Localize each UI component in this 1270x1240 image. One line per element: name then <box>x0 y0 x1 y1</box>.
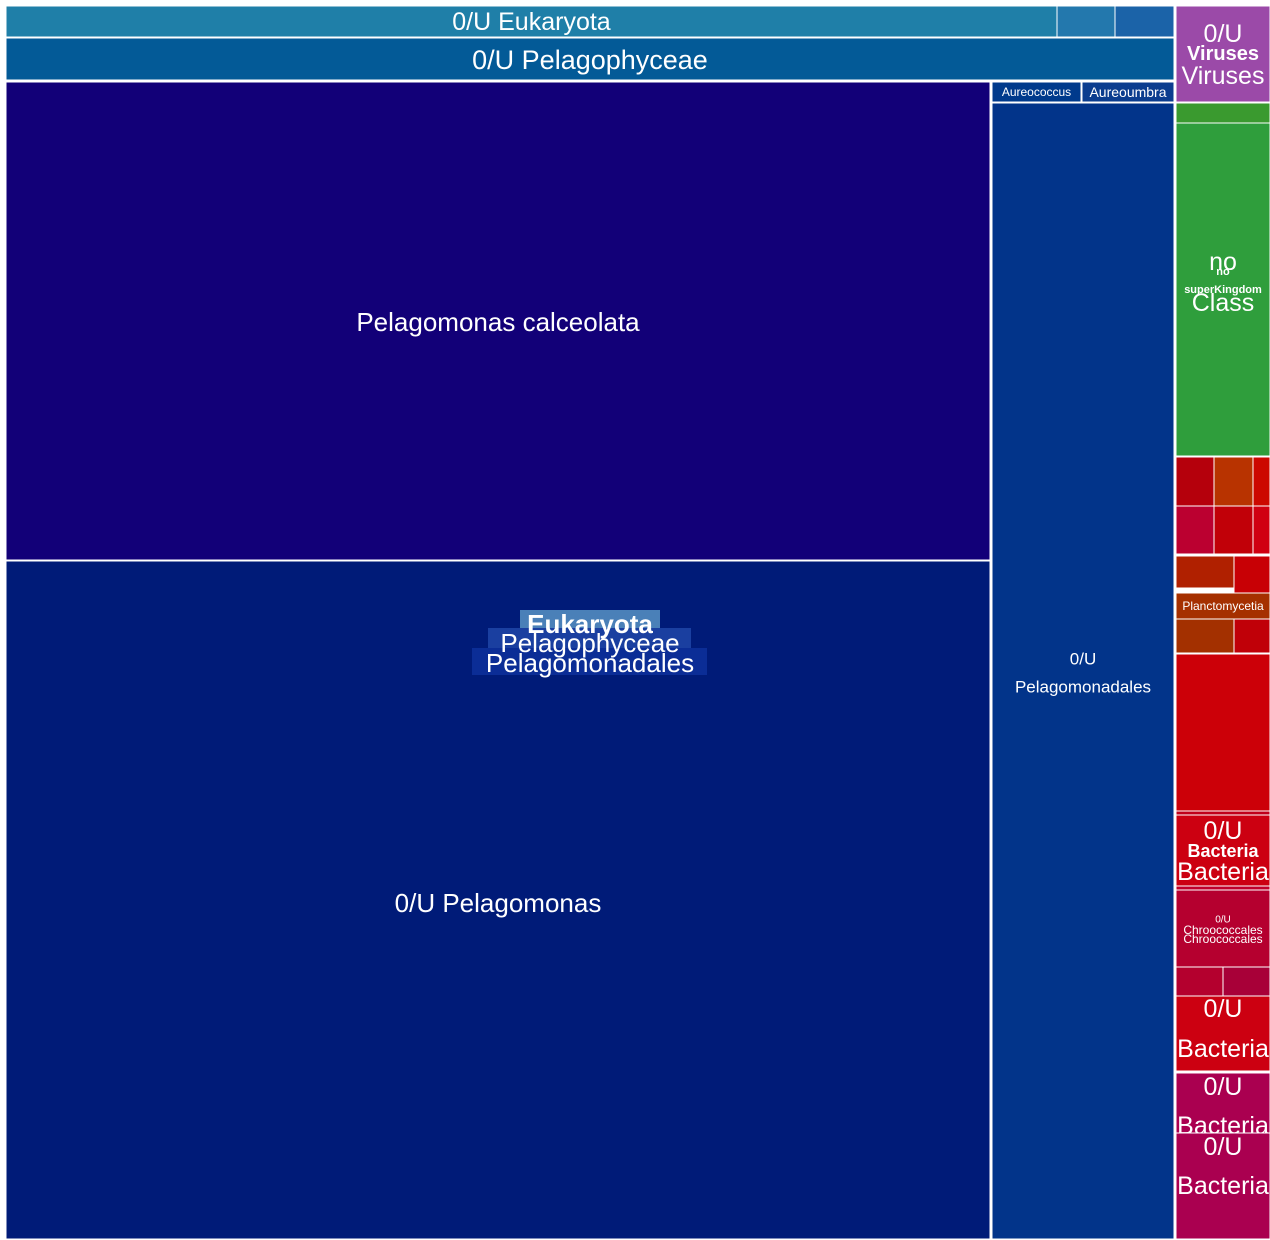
treemap-rect-no-superkingdom <box>1175 122 1270 457</box>
treemap-rect-eukaryota-small-b <box>1114 5 1175 38</box>
treemap-tile-bacteria-ou-a: 0/UBacteriaBacteria <box>1175 814 1270 887</box>
treemap-tile-aureococcus: Aureococcus <box>991 81 1082 103</box>
treemap-subtile-14 <box>1175 966 1224 997</box>
treemap-rect-aureococcus <box>991 81 1082 103</box>
treemap-rect-pelagophyceae-header <box>5 37 1175 81</box>
treemap-rect-viruses <box>1175 5 1270 103</box>
treemap-subtile-12 <box>1175 810 1270 816</box>
treemap-subtile-5 <box>1213 505 1254 555</box>
treemap-subtile-1 <box>1175 456 1215 507</box>
treemap-tile-bacteria-ou-b: 0/UBacteria <box>1175 995 1270 1072</box>
treemap-tile-aureoumbra: Aureoumbra <box>1081 81 1175 103</box>
treemap-rect-pelagomonas-calceolata <box>5 81 991 561</box>
treemap-subtile-9 <box>1175 618 1235 654</box>
treemap-subtile-7 <box>1175 555 1235 589</box>
treemap-tile-pelagophyceae-header: 0/U Pelagophyceae <box>5 37 1175 81</box>
treemap-subtile-6 <box>1252 505 1270 555</box>
treemap-tile-pelagomonadales-ou: 0/UPelagomonadales <box>991 102 1175 1240</box>
treemap-rect-bacteria-ou-d <box>1175 1132 1270 1240</box>
treemap-rect-eukaryota-header <box>5 5 1058 38</box>
treemap-rect-bacteria-ou-a <box>1175 814 1270 887</box>
group-label-bg-pelagomonadales <box>472 648 707 675</box>
treemap-subtile-8 <box>1233 555 1270 594</box>
treemap-subtile-10 <box>1233 618 1270 654</box>
treemap-tile-viruses: 0/UVirusesViruses <box>1175 5 1270 103</box>
treemap-rect-bacteria-ou-c <box>1175 1072 1270 1134</box>
treemap-tile-chroococcales: 0/UChroococcalesChroococcales <box>1175 889 1270 968</box>
treemap-tile-bacteria-ou-d: 0/UBacteria <box>1175 1132 1270 1240</box>
treemap-tile-pelagomonas-calceolata: Pelagomonas calceolata <box>5 81 991 561</box>
treemap-subtile-4 <box>1175 505 1215 555</box>
treemap-tile-eukaryota-header: 0/U Eukaryota <box>5 5 1058 38</box>
treemap-rect-eukaryota-small-a <box>1056 5 1116 38</box>
treemap-subtile-3 <box>1252 456 1270 507</box>
treemap-rect-pelagomonadales-ou <box>991 102 1175 1240</box>
treemap-tile-eukaryota-small-a <box>1056 5 1116 38</box>
treemap-chart: 0/U Eukaryota0/U PelagophyceaePelagomona… <box>5 5 1270 1240</box>
treemap-subtile-11 <box>1175 653 1270 812</box>
treemap-tile-no-superkingdom: nonosuperKingdomClass <box>1175 122 1270 457</box>
treemap-subtile-0 <box>1175 102 1270 124</box>
treemap-rect-planctomycetia <box>1175 592 1270 620</box>
treemap-rect-chroococcales <box>1175 889 1270 968</box>
treemap-tile-planctomycetia: Planctomycetia <box>1175 592 1270 620</box>
treemap-rect-bacteria-ou-b <box>1175 995 1270 1072</box>
treemap-subtile-15 <box>1222 966 1270 997</box>
treemap-tile-eukaryota-small-b <box>1114 5 1175 38</box>
treemap-subtile-2 <box>1213 456 1254 507</box>
treemap-tile-bacteria-ou-c: 0/UBacteria <box>1175 1072 1270 1140</box>
treemap-rect-aureoumbra <box>1081 81 1175 103</box>
treemap-subtile-13 <box>1175 885 1270 891</box>
